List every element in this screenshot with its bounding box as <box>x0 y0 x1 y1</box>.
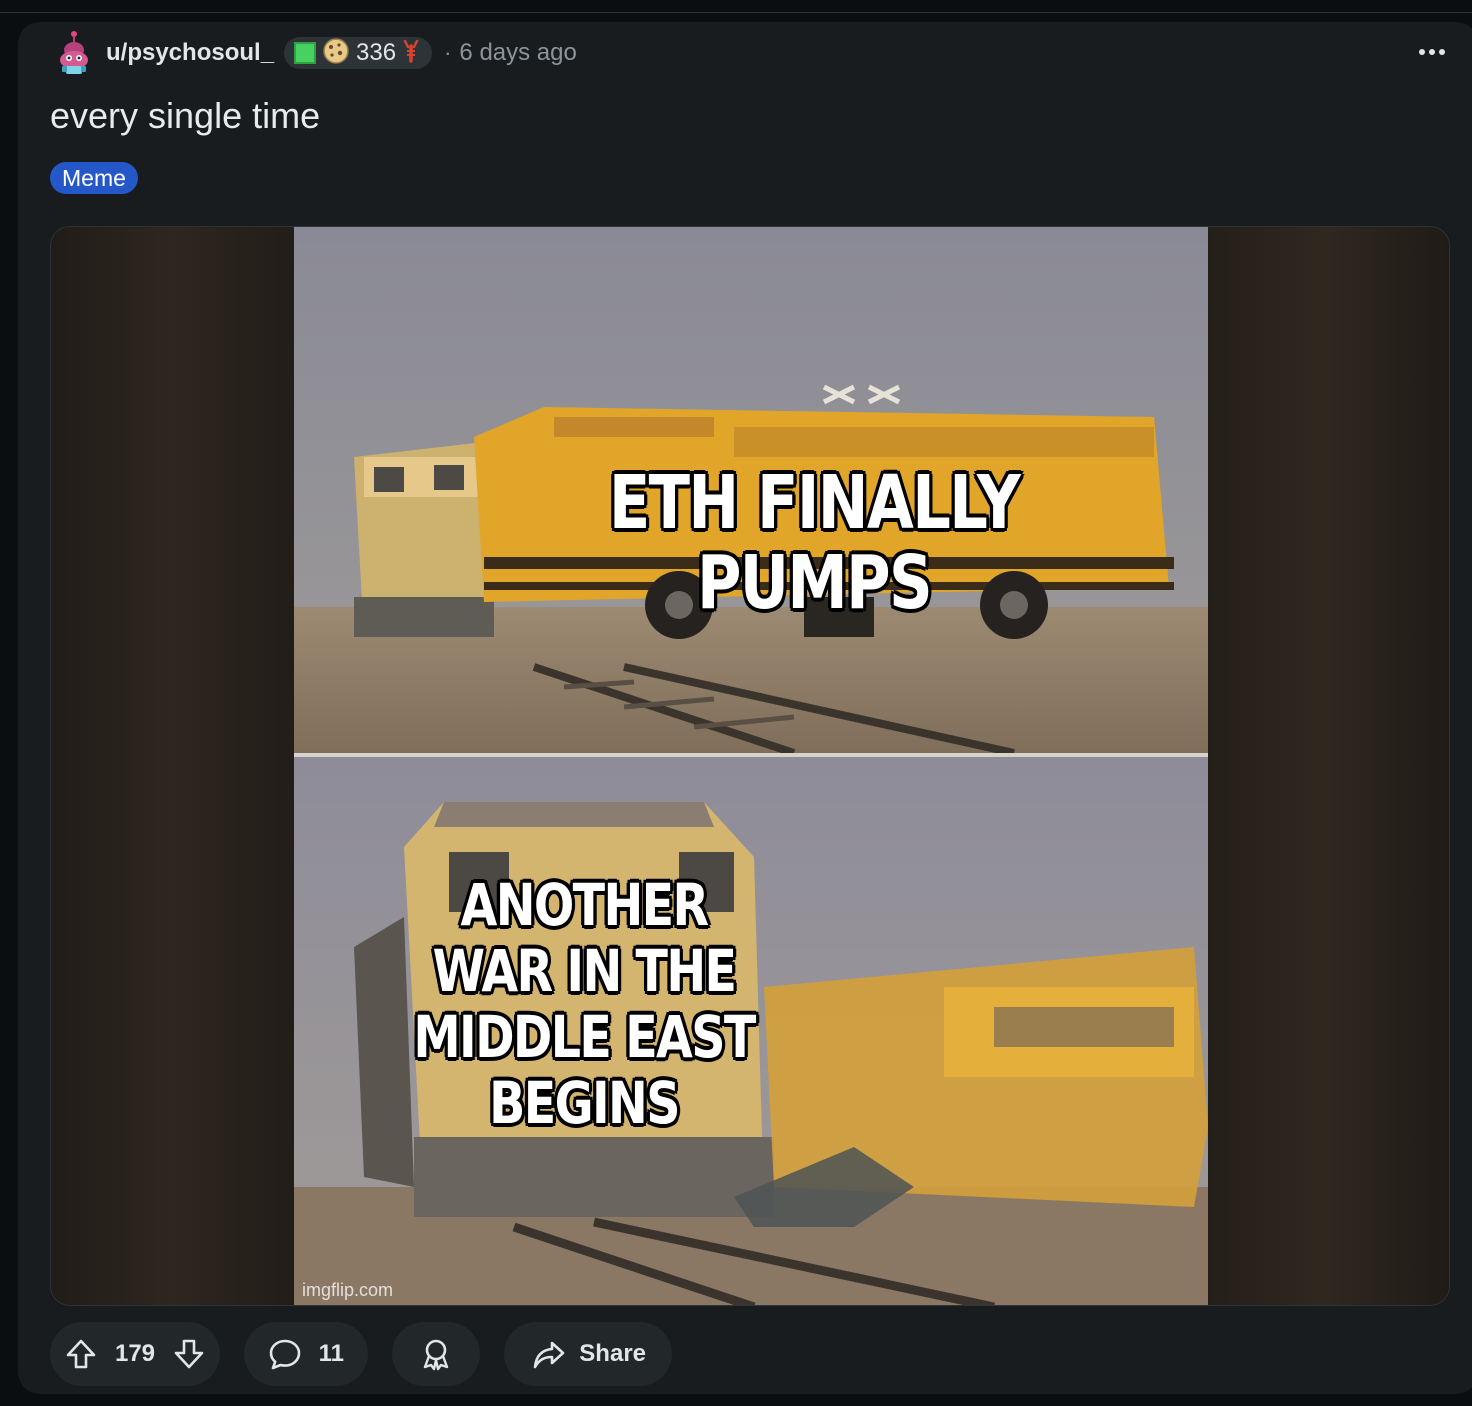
post-title[interactable]: every single time <box>50 95 320 137</box>
flair-count: 336 <box>356 39 397 66</box>
award-button[interactable] <box>392 1322 480 1386</box>
blurred-backdrop-right <box>1206 227 1449 1305</box>
user-avatar[interactable] <box>54 30 94 76</box>
share-label: Share <box>579 1340 646 1367</box>
downvote-arrow-icon[interactable] <box>172 1337 206 1371</box>
blurred-backdrop-left <box>51 227 294 1305</box>
more-options-icon[interactable] <box>1416 40 1448 64</box>
author-username[interactable]: u/psychosoul_ <box>106 39 274 67</box>
comments-button[interactable]: 11 <box>244 1322 368 1386</box>
share-button[interactable]: Share <box>504 1322 672 1386</box>
top-divider <box>0 0 1472 13</box>
comment-count: 11 <box>318 1340 344 1367</box>
post-timestamp: 6 days ago <box>459 39 577 66</box>
cookie-icon <box>322 37 350 70</box>
post-image-container[interactable]: ETH FINALLY PUMPS ANOTHER WAR IN THE MID… <box>50 226 1450 1306</box>
user-flair: 336 <box>284 37 433 70</box>
post-header: u/psychosoul_ 336 · 6 days ago <box>54 30 577 76</box>
lobster-icon <box>402 39 420 68</box>
upvote-arrow-icon[interactable] <box>64 1337 98 1371</box>
meme-top-caption: ETH FINALLY PUMPS <box>608 460 1021 626</box>
vote-control: 179 <box>50 1322 220 1386</box>
meme-bottom-caption: ANOTHER WAR IN THE MIDDLE EAST BEGINS <box>413 871 756 1137</box>
meta-separator: · <box>444 40 452 65</box>
post-action-bar: 179 11 Share <box>50 1322 696 1386</box>
comment-bubble-icon <box>268 1337 302 1371</box>
post-flair-tag[interactable]: Meme <box>50 162 138 194</box>
green-square-icon <box>294 42 317 64</box>
upvote-count: 179 <box>114 1340 156 1367</box>
award-icon <box>419 1337 453 1371</box>
meme-image[interactable]: ETH FINALLY PUMPS ANOTHER WAR IN THE MID… <box>294 227 1208 1305</box>
imgflip-watermark: imgflip.com <box>302 1280 394 1300</box>
share-arrow-icon <box>532 1337 566 1371</box>
